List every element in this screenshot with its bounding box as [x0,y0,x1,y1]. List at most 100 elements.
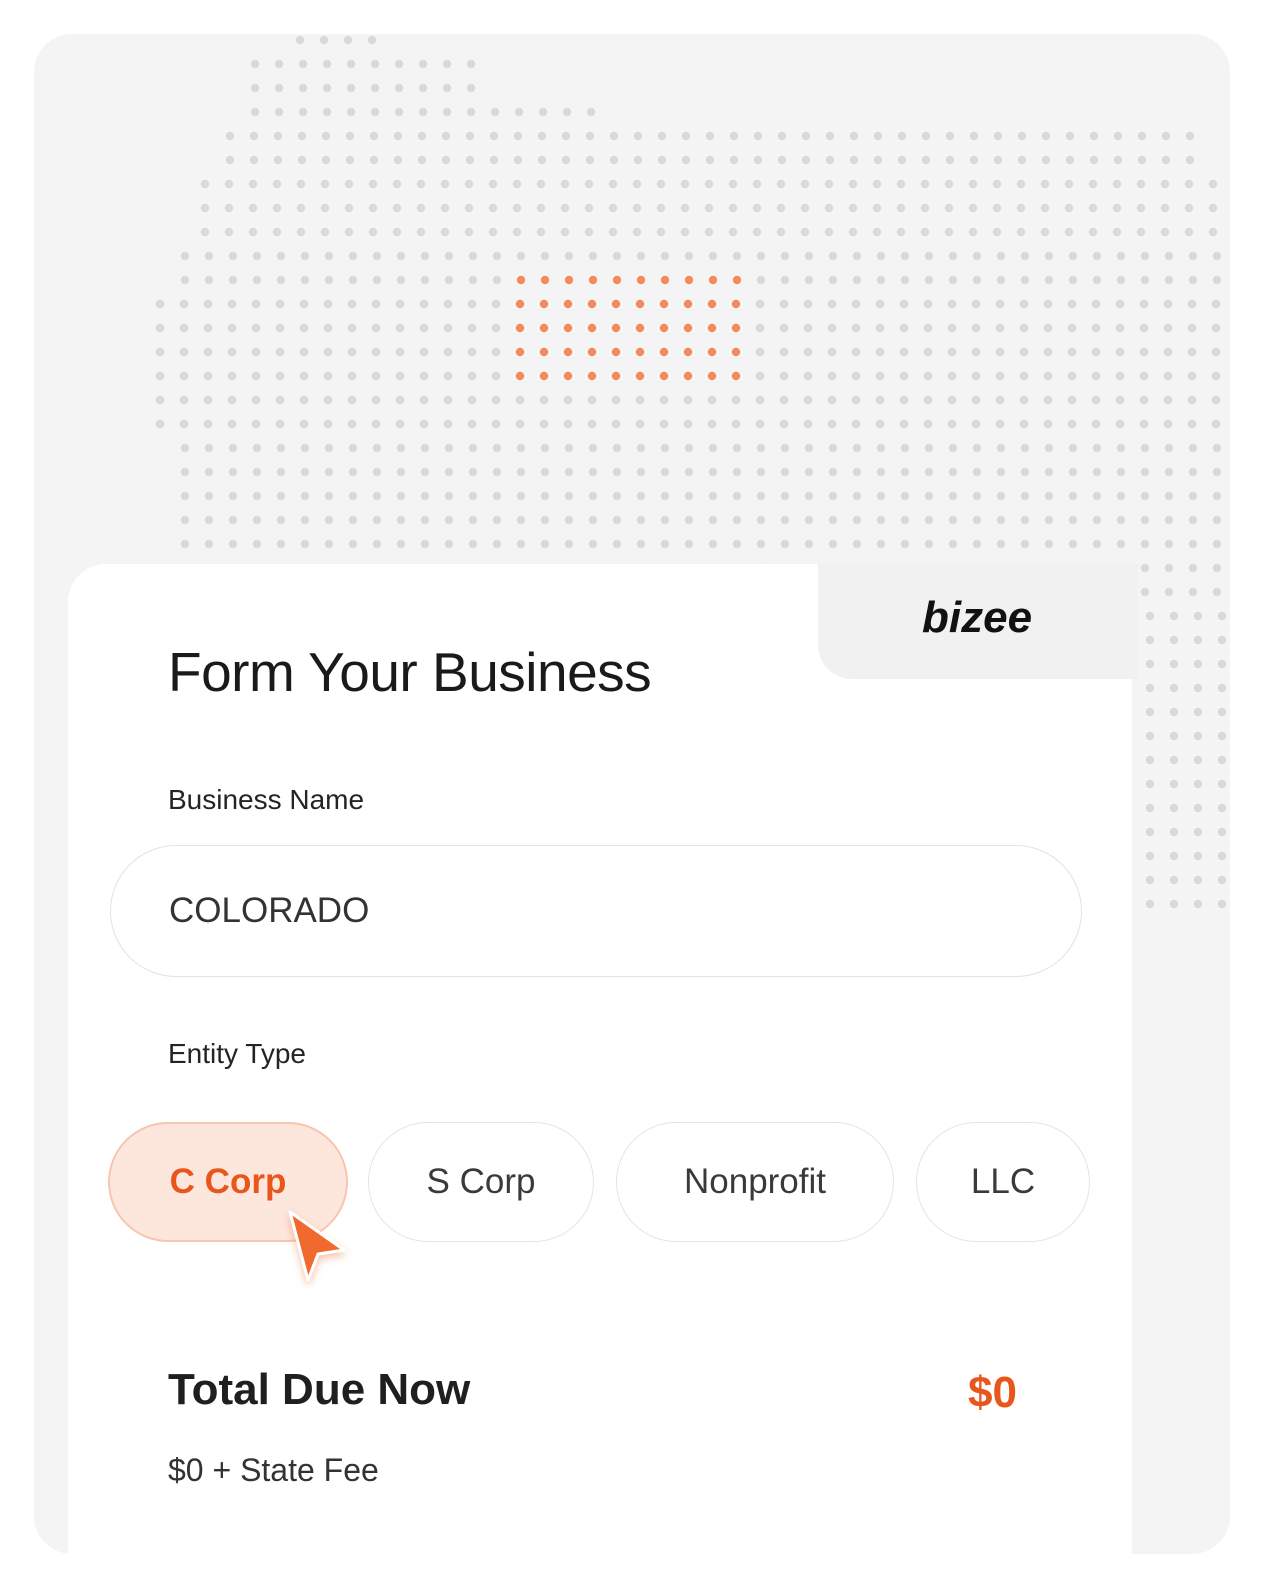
map-dot [1161,131,1171,141]
map-dot [443,347,453,357]
map-dot [395,371,405,381]
map-dot [872,179,882,189]
map-dot [852,491,862,501]
map-dot [347,395,357,405]
map-dot [801,155,811,165]
map-dot [920,227,930,237]
map-dot [992,203,1002,213]
map-dot [851,395,861,405]
map-dot [612,443,622,453]
map-dot [155,419,165,429]
total-due-label: Total Due Now [168,1365,471,1414]
map-dot [516,467,526,477]
map-dot [680,179,690,189]
map-dot [324,251,334,261]
map-dot [1068,539,1078,549]
map-dot-highlighted [635,347,645,357]
map-dot [972,251,982,261]
map-dot [1212,515,1222,525]
map-dot [660,443,670,453]
map-dot [780,539,790,549]
map-dot [1188,539,1198,549]
map-dot [276,539,286,549]
map-dot [1188,251,1198,261]
map-dot [275,347,285,357]
map-dot [1064,179,1074,189]
map-dot-highlighted [515,347,525,357]
map-dot [849,131,859,141]
map-dot [1068,443,1078,453]
map-dot [464,179,474,189]
map-dot [1187,395,1197,405]
map-dot [227,323,237,333]
map-dot [516,539,526,549]
map-dot [276,467,286,477]
map-dot [924,491,934,501]
map-dot [444,443,454,453]
map-dot [275,299,285,309]
map-dot [825,131,835,141]
map-dot-highlighted [683,299,693,309]
map-dot [632,227,642,237]
map-dot [1193,731,1203,741]
map-dot [780,443,790,453]
map-dot [947,395,957,405]
map-dot [636,251,646,261]
map-dot [420,275,430,285]
map-dot [801,131,811,141]
map-dot [899,347,909,357]
map-dot [323,419,333,429]
map-dot [659,419,669,429]
page-title: Form Your Business [168,641,652,703]
map-dot [924,275,934,285]
map-dot [561,155,571,165]
map-dot [392,179,402,189]
business-name-input[interactable] [110,845,1082,977]
map-dot [512,203,522,213]
map-dot [896,203,906,213]
map-dot [777,131,787,141]
map-dot [804,443,814,453]
map-dot [1091,395,1101,405]
map-dot [848,203,858,213]
map-dot [708,491,718,501]
map-dot [1140,443,1150,453]
map-dot-highlighted [516,275,526,285]
entity-option-nonprofit[interactable]: Nonprofit [616,1122,894,1242]
map-dot [852,251,862,261]
map-dot [1043,323,1053,333]
map-dot [873,131,883,141]
entity-option-s-corp[interactable]: S Corp [368,1122,594,1242]
map-dot [396,443,406,453]
map-dot [1187,419,1197,429]
map-dot [848,227,858,237]
map-dot [394,59,404,69]
map-dot [876,251,886,261]
map-dot [179,395,189,405]
map-dot [323,395,333,405]
map-dot [924,251,934,261]
map-dot [776,227,786,237]
map-dot [900,491,910,501]
map-dot [419,419,429,429]
logo-text: bizee [922,596,1032,640]
map-dot [972,491,982,501]
map-dot [732,251,742,261]
map-dot [779,419,789,429]
map-dot [924,515,934,525]
map-dot [1217,707,1227,717]
map-dot [636,443,646,453]
map-dot [1217,755,1227,765]
entity-option-llc[interactable]: LLC [916,1122,1090,1242]
map-dot [180,539,190,549]
map-dot [392,227,402,237]
map-dot [588,539,598,549]
map-dot [323,371,333,381]
map-dot [1193,851,1203,861]
map-dot [803,371,813,381]
map-dot [920,179,930,189]
map-dot [468,515,478,525]
map-dot [444,251,454,261]
map-dot [1136,203,1146,213]
map-dot [923,371,933,381]
